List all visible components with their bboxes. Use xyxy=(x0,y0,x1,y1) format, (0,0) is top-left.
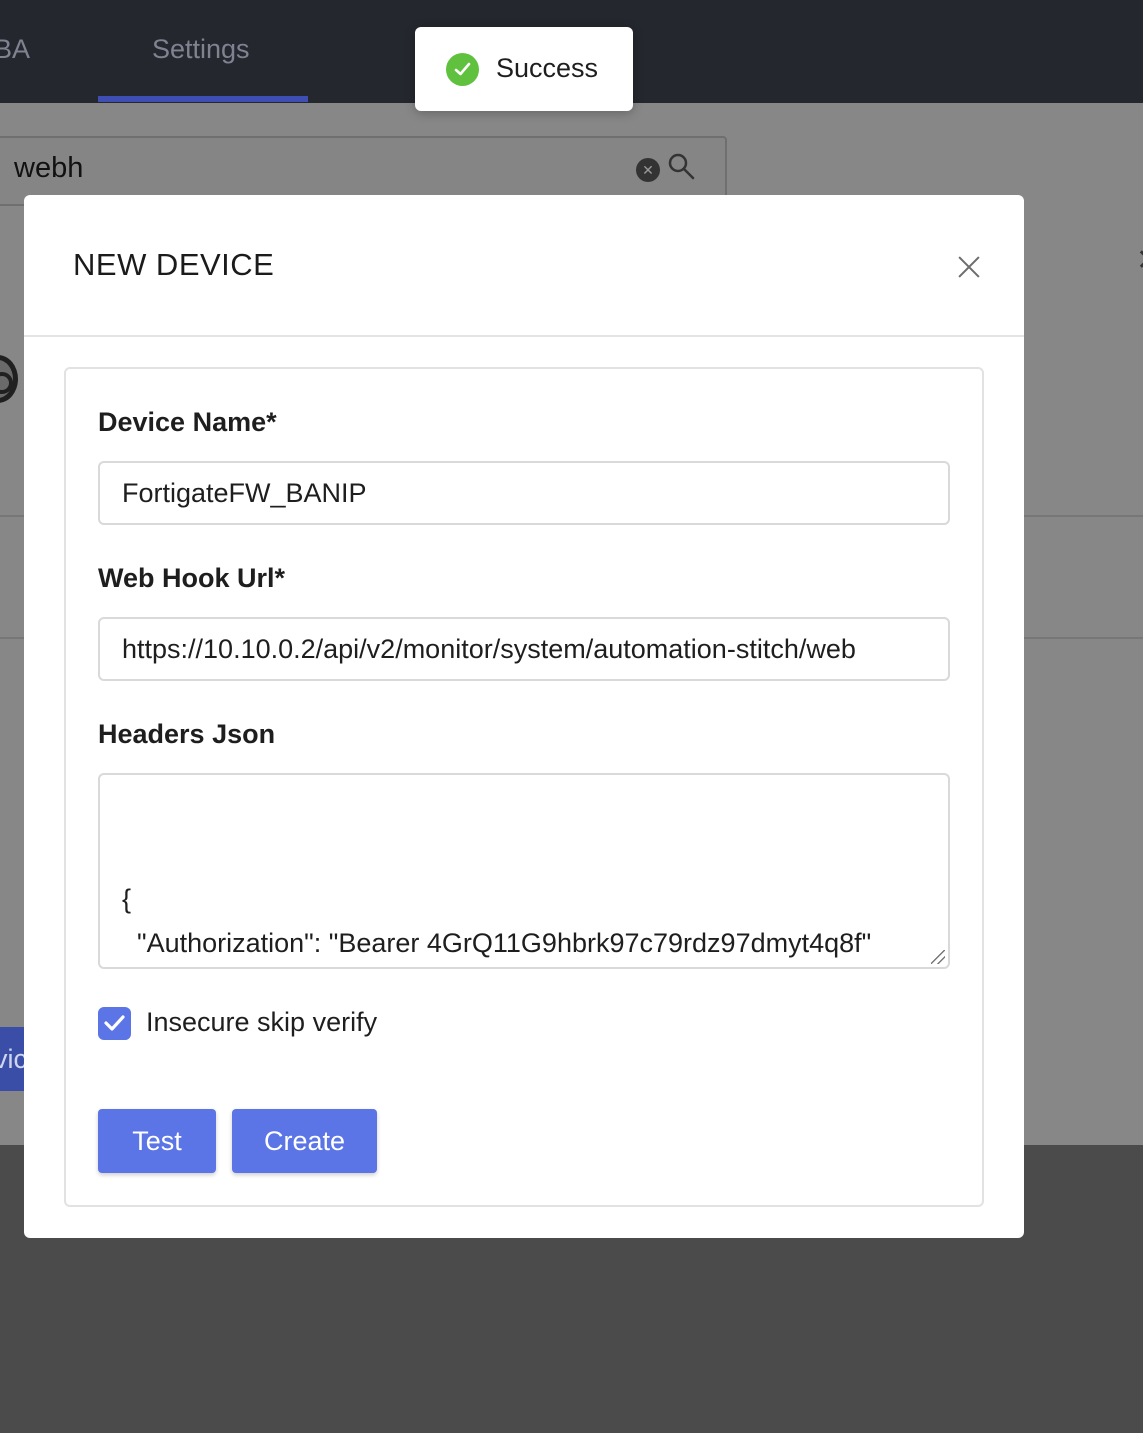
nav-tab-ba[interactable]: BA xyxy=(0,34,30,65)
active-tab-indicator xyxy=(98,96,308,102)
resize-handle-icon[interactable] xyxy=(931,950,945,964)
headers-json-value: { "Authorization": "Bearer 4GrQ11G9hbrk9… xyxy=(122,884,872,958)
background-search-value: webh xyxy=(14,152,84,184)
device-name-input[interactable] xyxy=(98,461,950,525)
checkmark-icon xyxy=(104,1015,125,1031)
create-button[interactable]: Create xyxy=(232,1109,377,1173)
insecure-skip-verify-checkbox[interactable] xyxy=(98,1007,131,1040)
modal-title: NEW DEVICE xyxy=(73,247,275,282)
nav-tab-settings[interactable]: Settings xyxy=(152,34,250,65)
device-form: Device Name* Web Hook Url* Headers Json … xyxy=(64,367,984,1207)
clear-search-icon[interactable]: ✕ xyxy=(636,158,660,182)
headers-json-textarea[interactable]: { "Authorization": "Bearer 4GrQ11G9hbrk9… xyxy=(98,773,950,969)
modal-header: NEW DEVICE xyxy=(24,195,1024,337)
close-icon[interactable] xyxy=(954,252,984,282)
background-button-label: vic xyxy=(0,1044,27,1074)
check-circle-icon xyxy=(446,53,479,86)
device-name-label: Device Name* xyxy=(98,407,277,437)
insecure-skip-verify-label[interactable]: Insecure skip verify xyxy=(146,1007,377,1038)
webhook-url-input[interactable] xyxy=(98,617,950,681)
background-close-icon: ✕ xyxy=(1136,243,1143,278)
headers-json-label: Headers Json xyxy=(98,719,276,749)
webhook-url-label: Web Hook Url* xyxy=(98,563,286,593)
test-button[interactable]: Test xyxy=(98,1109,216,1173)
toast-message: Success xyxy=(496,53,599,83)
background-record-icon xyxy=(0,355,18,403)
search-icon[interactable] xyxy=(667,152,695,185)
success-toast: Success xyxy=(415,27,633,111)
new-device-modal: NEW DEVICE Device Name* Web Hook Url* He… xyxy=(24,195,1024,1238)
